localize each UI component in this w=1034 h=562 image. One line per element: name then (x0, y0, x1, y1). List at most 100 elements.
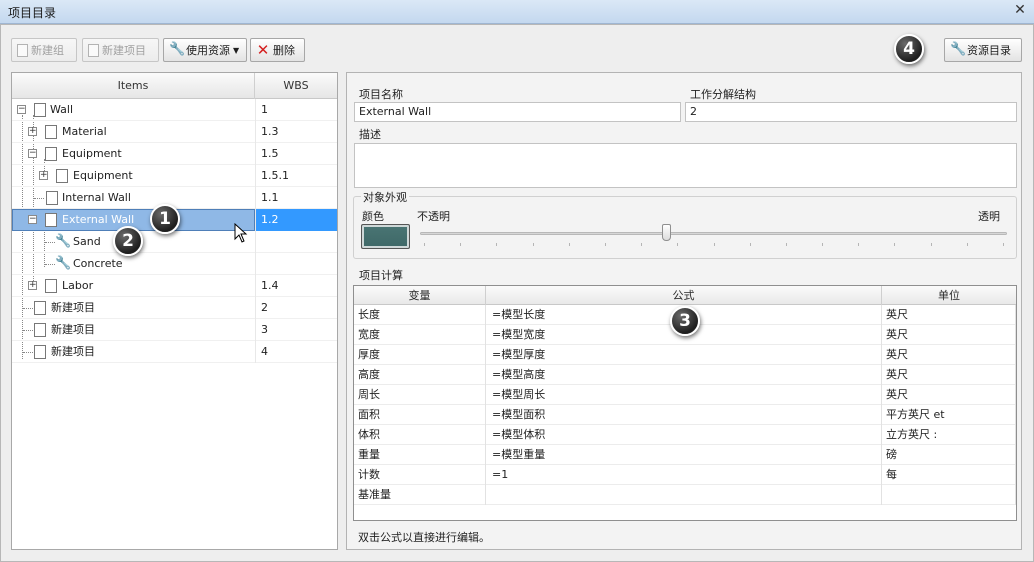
grid-row[interactable]: 基准量 (354, 485, 1016, 505)
grid-cell-variable[interactable]: 体积 (354, 425, 486, 445)
transparency-slider-track[interactable] (420, 232, 1007, 235)
tree-col-items[interactable]: Items (12, 73, 255, 99)
tree-row[interactable]: + Equipment 1.5.1 (12, 165, 337, 187)
slider-tick (749, 243, 751, 246)
grid-cell-unit[interactable]: 英尺 (882, 345, 1016, 365)
grid-cell-unit[interactable]: 平方英尺 et (882, 405, 1016, 425)
wrench-icon: 🔧 (55, 256, 72, 271)
tree-row[interactable]: + Material 1.3 (12, 121, 337, 143)
grid-row[interactable]: 高度 =模型高度 英尺 (354, 365, 1016, 385)
grid-row[interactable]: 体积 =模型体积 立方英尺 : (354, 425, 1016, 445)
grid-cell-variable[interactable]: 面积 (354, 405, 486, 425)
tree-row[interactable]: 新建项目 4 (12, 341, 337, 363)
grid-row[interactable]: 计数 =1 每 (354, 465, 1016, 485)
grid-cell-variable[interactable]: 周长 (354, 385, 486, 405)
callout-badge-2: 2 (113, 226, 143, 256)
tree-connector (45, 242, 55, 243)
grid-cell-formula[interactable]: =模型面积 (486, 405, 882, 425)
grid-cell-variable[interactable]: 厚度 (354, 345, 486, 365)
grid-cell-formula[interactable]: =1 (486, 465, 882, 485)
grid-cell-unit[interactable]: 英尺 (882, 385, 1016, 405)
new-group-icon (17, 43, 28, 57)
color-label: 颜色 (362, 210, 384, 223)
grid-cell-unit[interactable] (882, 485, 1016, 505)
use-resource-label: 使用资源 (186, 44, 230, 57)
tree-row[interactable]: 🔧 Sand (12, 231, 337, 253)
grid-cell-formula[interactable]: =模型重量 (486, 445, 882, 465)
collapse-icon[interactable]: − (17, 105, 26, 114)
grid-cell-formula[interactable]: =模型周长 (486, 385, 882, 405)
delete-button[interactable]: ✕ 删除 (250, 38, 305, 62)
slider-tick (460, 243, 462, 246)
tree-row[interactable]: − Equipment 1.5 (12, 143, 337, 165)
resource-catalog-button[interactable]: 🔧 资源目录 (944, 38, 1022, 62)
grid-cell-unit[interactable]: 英尺 (882, 305, 1016, 325)
catalog-icon: 🔧 (950, 42, 967, 57)
grid-cell-variable[interactable]: 高度 (354, 365, 486, 385)
expand-icon[interactable]: + (28, 281, 37, 290)
grid-cell-variable[interactable]: 宽度 (354, 325, 486, 345)
grid-cell-formula[interactable]: =模型体积 (486, 425, 882, 445)
tree-row[interactable]: 新建项目 2 (12, 297, 337, 319)
tree-row[interactable]: 新建项目 3 (12, 319, 337, 341)
wbs-input[interactable]: 2 (685, 102, 1017, 122)
tree-item-wbs: 1.4 (255, 275, 337, 297)
new-group-label: 新建组 (31, 44, 64, 57)
grid-cell-variable[interactable]: 基准量 (354, 485, 486, 505)
grid-cell-unit[interactable]: 英尺 (882, 325, 1016, 345)
window-title: 项目目录 (8, 6, 57, 20)
grid-cell-unit[interactable]: 英尺 (882, 365, 1016, 385)
grid-row[interactable]: 厚度 =模型厚度 英尺 (354, 345, 1016, 365)
expand-icon[interactable]: + (28, 127, 37, 136)
grid-cell-formula[interactable] (486, 485, 882, 505)
wbs-label: 工作分解结构 (690, 88, 756, 101)
color-swatch-button[interactable] (361, 224, 410, 249)
slider-tick (785, 243, 787, 246)
tree-connector (23, 330, 33, 331)
grid-cell-unit[interactable]: 立方英尺 : (882, 425, 1016, 445)
tree-item-wbs: 1 (255, 99, 337, 121)
grid-row[interactable]: 面积 =模型面积 平方英尺 et (354, 405, 1016, 425)
grid-cell-formula[interactable]: =模型高度 (486, 365, 882, 385)
grid-col-unit[interactable]: 单位 (882, 286, 1016, 305)
grid-cell-unit[interactable]: 磅 (882, 445, 1016, 465)
grid-row[interactable]: 周长 =模型周长 英尺 (354, 385, 1016, 405)
tree-row[interactable]: 🔧 Concrete (12, 253, 337, 275)
tree-col-wbs[interactable]: WBS (255, 73, 337, 99)
wrench-icon: 🔧 (169, 42, 186, 57)
mouse-pointer-icon (234, 223, 248, 243)
transparency-slider-thumb[interactable] (661, 224, 671, 241)
collapse-icon[interactable]: − (28, 215, 37, 224)
grid-cell-variable[interactable]: 计数 (354, 465, 486, 485)
tree-row[interactable]: − Wall 1 (12, 99, 337, 121)
expand-icon[interactable]: + (39, 171, 48, 180)
tree-item-wbs: 4 (255, 341, 337, 363)
tree-item-label: Equipment (62, 147, 122, 160)
item-icon (45, 213, 57, 227)
grid-col-formula[interactable]: 公式 (486, 286, 882, 305)
grid-cell-variable[interactable]: 长度 (354, 305, 486, 325)
new-group-button[interactable]: 新建组 (11, 38, 77, 62)
description-input[interactable] (354, 143, 1017, 188)
use-resource-button[interactable]: 🔧 使用资源 ▼ (163, 38, 247, 62)
grid-col-variable[interactable]: 变量 (354, 286, 486, 305)
items-tree[interactable]: Items WBS − Wall 1 + Material 1.3 − Equi… (11, 72, 338, 550)
grid-row[interactable]: 重量 =模型重量磅 (354, 445, 1016, 465)
new-item-button[interactable]: 新建项目 (82, 38, 159, 62)
close-icon[interactable]: ✕ (1012, 2, 1028, 18)
tree-row[interactable]: Internal Wall 1.1 (12, 187, 337, 209)
group-icon (53, 167, 68, 183)
grid-cell-formula[interactable]: =模型厚度 (486, 345, 882, 365)
resource-catalog-label: 资源目录 (967, 44, 1011, 57)
tree-item-label: 新建项目 (51, 323, 95, 336)
tree-item-label: Sand (73, 235, 101, 248)
grid-cell-variable[interactable]: 重量 (354, 445, 486, 465)
tree-item-wbs: 1.1 (255, 187, 337, 209)
tree-row[interactable]: + Labor 1.4 (12, 275, 337, 297)
item-name-input[interactable]: External Wall (354, 102, 681, 122)
tree-connector (23, 352, 33, 353)
item-icon (34, 345, 46, 359)
grid-cell-unit[interactable]: 每 (882, 465, 1016, 485)
calc-label: 项目计算 (359, 269, 403, 282)
collapse-icon[interactable]: − (28, 149, 37, 158)
